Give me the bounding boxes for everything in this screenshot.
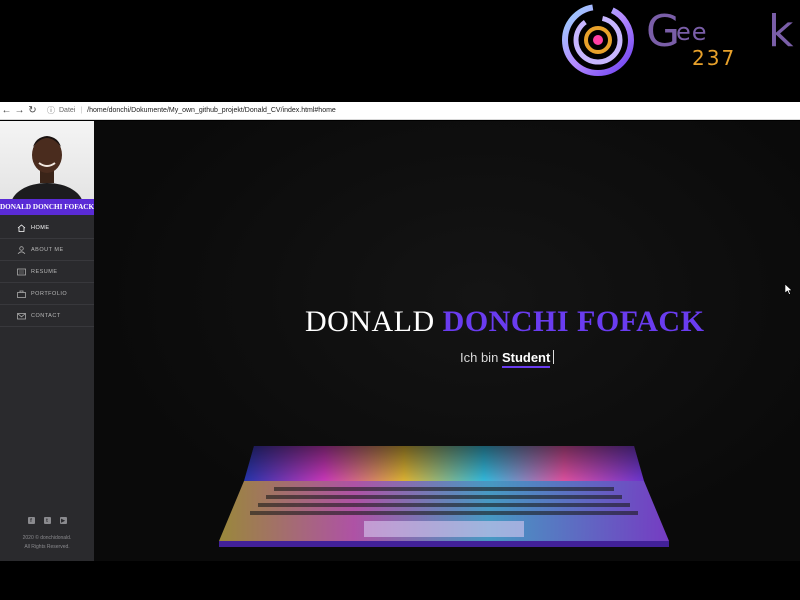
briefcase-icon: [16, 290, 26, 298]
sidebar-name-banner: DONALD DONCHI FOFACK: [0, 199, 94, 215]
typing-cursor: [553, 350, 555, 364]
laptop-image: [219, 446, 669, 547]
sidebar-item-label: RESUME: [31, 268, 58, 275]
info-icon[interactable]: ⓘ: [47, 105, 55, 116]
sidebar-item-label: PORTFOLIO: [31, 290, 68, 297]
hero-first-name: DONALD: [305, 305, 435, 338]
hero-role: Student: [501, 350, 551, 368]
browser-toolbar: ← → ↻ ⓘ Datei | /home/donchi/Dokumente/M…: [0, 102, 800, 120]
sidebar-item-home[interactable]: HOME: [0, 217, 94, 239]
copyright-line-1: 2020 © donchidonald.: [22, 535, 72, 541]
forward-arrow-icon[interactable]: →: [13, 104, 26, 118]
sidebar-item-about[interactable]: ABOUT ME: [0, 239, 94, 261]
logo-number: 237: [692, 46, 737, 70]
resume-icon: [16, 268, 26, 276]
mouse-pointer-icon: [785, 284, 793, 295]
user-icon: [16, 245, 26, 254]
sidebar-item-label: ABOUT ME: [31, 246, 64, 253]
hero-subtitle: Ich bin Student: [460, 350, 555, 368]
logo-letters-ee: ee: [676, 18, 708, 46]
hero-last-name: DONCHI FOFACK: [442, 305, 705, 338]
avatar: [0, 121, 94, 201]
hero-title: DONALD DONCHI FOFACK: [305, 305, 704, 339]
sidebar-item-label: CONTACT: [31, 312, 61, 319]
webpage: DONALD DONCHI FOFACK HOME ABOUT ME RESUM…: [0, 121, 800, 561]
hero-prefix: Ich bin: [460, 350, 499, 365]
geek237-logo: G ee 237 k: [560, 2, 800, 78]
youtube-icon[interactable]: ▶: [59, 517, 67, 524]
twitter-icon[interactable]: t: [43, 517, 51, 524]
sidebar-item-portfolio[interactable]: PORTFOLIO: [0, 283, 94, 305]
home-icon: [16, 223, 26, 232]
sidebar-item-resume[interactable]: RESUME: [0, 261, 94, 283]
geek237-logo-mark: [562, 4, 634, 76]
facebook-icon[interactable]: f: [27, 517, 35, 524]
geek237-logo-text: G ee 237 k: [646, 10, 793, 69]
copyright-line-2: All Rights Reserved.: [24, 544, 70, 550]
sidebar: DONALD DONCHI FOFACK HOME ABOUT ME RESUM…: [0, 121, 94, 561]
reload-icon[interactable]: ↻: [26, 104, 39, 118]
sidebar-item-contact[interactable]: CONTACT: [0, 305, 94, 327]
back-arrow-icon[interactable]: ←: [0, 104, 13, 118]
sidebar-item-label: HOME: [31, 224, 50, 231]
sidebar-menu: HOME ABOUT ME RESUME PORTFOLIO CONTACT: [0, 217, 94, 327]
url-scheme-label: Datei: [59, 107, 76, 114]
social-links: f t ▶: [0, 517, 94, 524]
address-bar[interactable]: /home/donchi/Dokumente/My_own_github_pro…: [87, 107, 336, 114]
url-separator: |: [80, 107, 83, 114]
envelope-icon: [16, 312, 26, 320]
hero-section: DONALD DONCHI FOFACK Ich bin Student: [94, 121, 800, 561]
copyright: 2020 © donchidonald. All Rights Reserved…: [0, 534, 94, 552]
logo-letter-k: k: [768, 6, 796, 57]
